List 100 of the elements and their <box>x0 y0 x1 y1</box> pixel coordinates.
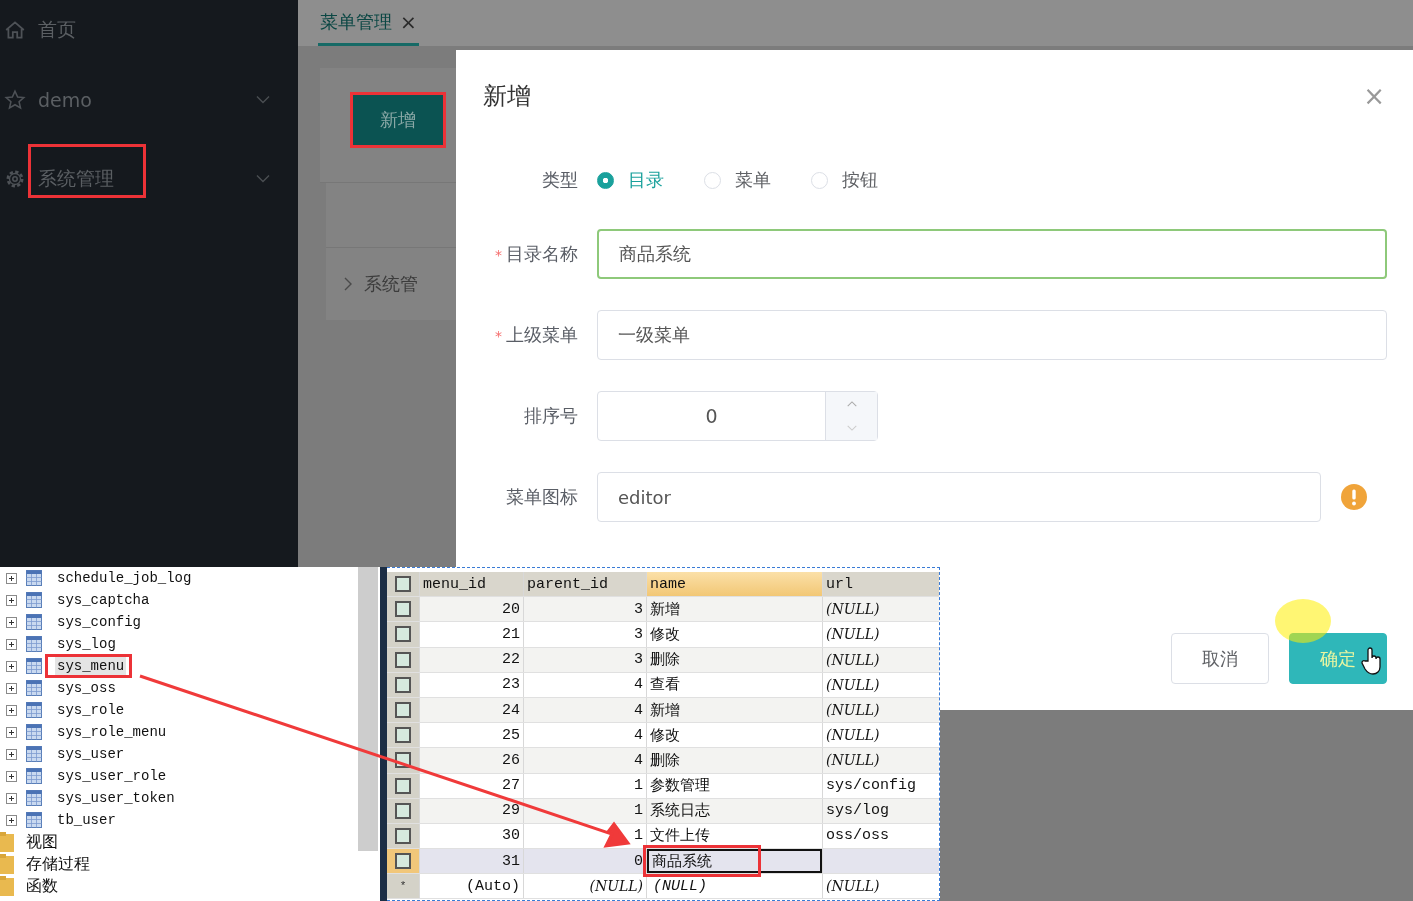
table-cell: 4 <box>524 697 647 723</box>
table-cell: 4 <box>524 748 647 773</box>
table-cell[interactable]: 删除 <box>647 748 822 773</box>
folder-name[interactable]: 视图 <box>26 831 58 853</box>
table-icon <box>26 790 42 806</box>
table-cell[interactable]: 文件上传 <box>647 823 822 849</box>
tree-row-label: 系统管 <box>364 272 418 296</box>
table-name[interactable]: schedule_job_log <box>55 569 194 587</box>
sidebar-label: demo <box>38 88 92 111</box>
checkbox-icon[interactable] <box>395 576 411 593</box>
table-cell: 25 <box>420 723 524 748</box>
column-header[interactable]: name <box>647 572 823 597</box>
input-field[interactable]: 商品系统 <box>597 229 1387 279</box>
table-cell: (NULL) <box>524 874 647 899</box>
table-name[interactable]: sys_user <box>55 745 127 763</box>
field-label: * 上级菜单 <box>494 323 579 347</box>
expand-icon[interactable] <box>6 660 17 672</box>
table-cell[interactable]: 新增 <box>647 697 822 723</box>
table-cell-text: (NULL) <box>652 876 708 897</box>
table-cell: 20 <box>420 597 524 622</box>
table-cell-text: (NULL) <box>825 600 881 620</box>
table-name[interactable]: sys_user_role <box>55 767 169 785</box>
field-label: 菜单图标 <box>505 485 579 509</box>
folder-icon <box>0 876 16 896</box>
table-cell-text: oss/oss <box>825 826 890 847</box>
sidebar-label: 系统管理 <box>38 166 114 189</box>
dialog-title: 新增 <box>483 81 531 112</box>
column-header[interactable]: menu_id <box>420 572 524 597</box>
table-name[interactable]: sys_role <box>55 701 127 719</box>
expand-icon[interactable] <box>6 616 17 628</box>
checkbox-icon[interactable] <box>395 802 411 819</box>
expand-icon[interactable] <box>6 572 17 584</box>
close-icon[interactable]: × <box>400 9 417 34</box>
table-icon <box>26 570 42 586</box>
table-icon <box>26 636 42 652</box>
table-icon <box>26 614 42 630</box>
table-cell: 22 <box>420 647 524 672</box>
checkbox-icon[interactable] <box>395 651 411 668</box>
checkbox-icon[interactable] <box>395 827 411 844</box>
expand-icon[interactable] <box>6 726 17 738</box>
table-cell-text: sys/config <box>825 776 917 797</box>
expand-icon[interactable] <box>6 704 17 716</box>
table-cell[interactable]: 删除 <box>647 647 822 672</box>
table-name[interactable]: sys_menu <box>55 657 127 675</box>
input-field[interactable]: 一级菜单 <box>597 310 1387 360</box>
cursor-highlight <box>1275 599 1331 643</box>
checkbox-icon[interactable] <box>395 676 411 693</box>
checkbox-icon[interactable] <box>395 626 411 643</box>
column-header[interactable]: url <box>823 572 939 597</box>
expand-icon[interactable] <box>6 748 17 760</box>
table-name[interactable]: tb_user <box>55 811 118 829</box>
table-icon <box>26 680 42 696</box>
radio-option[interactable]: 菜单 <box>704 168 771 192</box>
folder-name[interactable]: 存储过程 <box>26 853 90 875</box>
table-cell[interactable]: 参数管理 <box>647 773 822 798</box>
table-name[interactable]: sys_oss <box>55 679 118 697</box>
table-cell-text: (NULL) <box>825 751 881 771</box>
hand-cursor-icon <box>1361 647 1383 675</box>
table-name[interactable]: sys_role_menu <box>55 723 169 741</box>
table-name[interactable]: sys_log <box>55 635 118 653</box>
field-label: * 目录名称 <box>494 242 579 266</box>
table-cell: 1 <box>524 773 647 798</box>
input-field[interactable]: editor <box>597 472 1321 522</box>
folder-icon <box>0 832 16 852</box>
expand-icon[interactable] <box>6 814 17 826</box>
table-cell[interactable]: 商品系统 <box>647 849 822 874</box>
expand-icon[interactable] <box>6 682 17 694</box>
expand-icon[interactable] <box>6 792 17 804</box>
cancel-button[interactable]: 取消 <box>1171 633 1269 684</box>
table-cell-text: (NULL) <box>825 726 881 746</box>
table-cell[interactable]: 系统日志 <box>647 798 822 823</box>
table-cell-text: sys/log <box>825 801 890 822</box>
table-name[interactable]: sys_captcha <box>55 591 152 609</box>
table-cell: 3 <box>524 597 647 622</box>
table-cell[interactable]: 修改 <box>647 723 822 748</box>
field-label: 类型 <box>541 168 579 192</box>
expand-icon[interactable] <box>6 594 17 606</box>
checkbox-icon[interactable] <box>395 777 411 794</box>
table-cell[interactable]: 修改 <box>647 622 822 647</box>
table-cell[interactable]: 查看 <box>647 672 822 697</box>
radio-option[interactable]: 按钮 <box>811 168 878 192</box>
checkbox-icon[interactable] <box>395 727 411 744</box>
table-icon <box>26 658 42 674</box>
checkbox-icon[interactable] <box>395 702 411 719</box>
expand-icon[interactable] <box>6 770 17 782</box>
table-cell-text: (NULL) <box>825 675 881 695</box>
expand-icon[interactable] <box>6 638 17 650</box>
add-button[interactable]: 新增 <box>350 94 446 146</box>
checkbox-icon[interactable] <box>395 853 411 870</box>
checkbox-icon[interactable] <box>395 601 411 618</box>
table-name[interactable]: sys_config <box>55 613 143 631</box>
table-cell[interactable]: 新增 <box>647 597 822 622</box>
table-name[interactable]: sys_user_token <box>55 789 177 807</box>
folder-icon <box>0 854 16 874</box>
tab[interactable]: 菜单管理 × <box>318 0 419 46</box>
folder-name[interactable]: 函数 <box>26 875 58 897</box>
new-row-marker: * <box>399 880 407 893</box>
sidebar-label: 首页 <box>38 18 76 40</box>
scrollbar[interactable] <box>358 567 378 851</box>
field-label: 排序号 <box>523 404 579 428</box>
